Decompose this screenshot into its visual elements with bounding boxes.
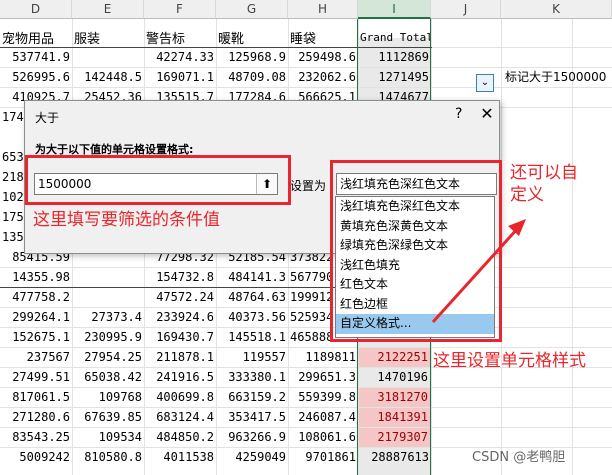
watermark: CSDN @老鸭胆	[472, 450, 566, 465]
annotation-custom-hint-2: 定义	[510, 185, 544, 205]
annotation-arrow	[431, 219, 526, 324]
annotation-style-hint: 这里设置单元格样式	[433, 351, 586, 371]
annotation-input-hint: 这里填写要筛选的条件值	[33, 210, 220, 230]
